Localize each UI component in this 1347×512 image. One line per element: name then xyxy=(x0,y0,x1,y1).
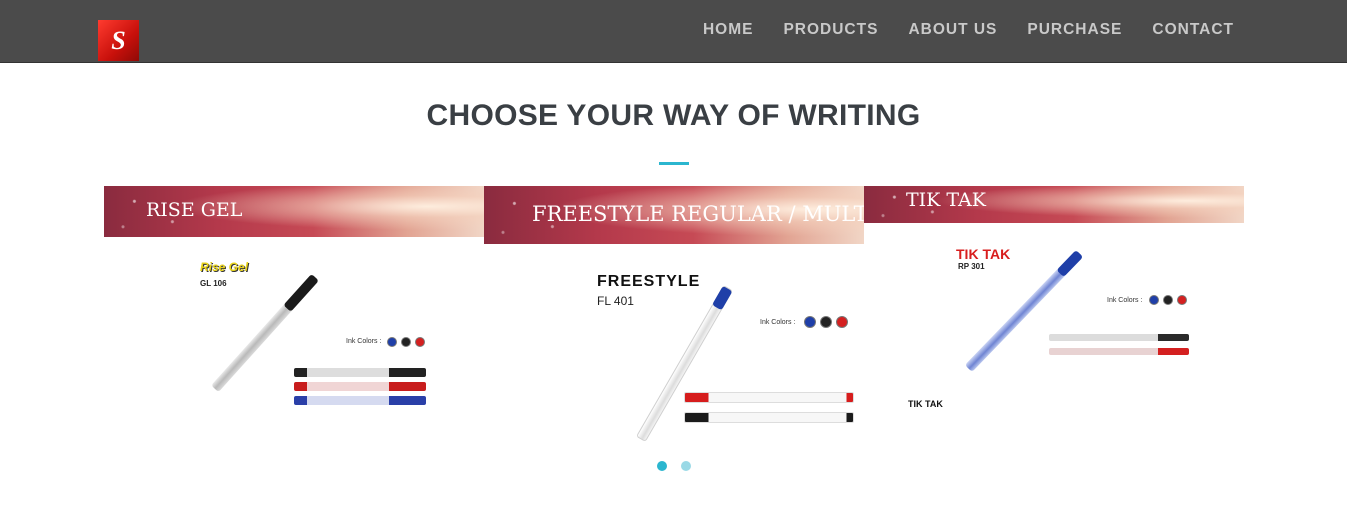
product-code: FL 401 xyxy=(597,294,634,308)
nav-home[interactable]: HOME xyxy=(703,21,754,39)
nav-about-us[interactable]: ABOUT US xyxy=(908,21,997,39)
site-header: S HOME PRODUCTS ABOUT US PURCHASE CONTAC… xyxy=(0,0,1347,63)
carousel-dot-2[interactable] xyxy=(681,461,691,471)
ink-dot-black xyxy=(401,337,411,347)
product-caption: TIK TAK xyxy=(908,399,943,409)
product-image: Rise Gel GL 106 Ink Colors : xyxy=(104,237,484,446)
product-brand: FREESTYLE xyxy=(597,273,701,290)
nav-contact[interactable]: CONTACT xyxy=(1152,21,1234,39)
ink-dot-red xyxy=(836,316,848,328)
ink-colors-label: Ink Colors : xyxy=(346,338,382,345)
product-brand: TIK TAK xyxy=(956,246,1011,262)
carousel-dot-1[interactable] xyxy=(657,461,667,471)
ink-dot-black xyxy=(1163,295,1173,305)
nav-purchase[interactable]: PURCHASE xyxy=(1027,21,1122,39)
logo-letter: S xyxy=(111,25,126,55)
card-title: TIK TAK xyxy=(906,189,986,211)
ink-dot-red xyxy=(1177,295,1187,305)
ink-colors-label: Ink Colors : xyxy=(760,319,796,326)
card-banner: TIK TAK xyxy=(864,186,1244,223)
pen-blue xyxy=(294,396,426,405)
card-banner: RISE GEL xyxy=(104,186,484,237)
ink-dot-blue xyxy=(804,316,816,328)
card-title: RISE GEL xyxy=(146,199,243,221)
product-brand: Rise Gel xyxy=(200,260,249,274)
product-card-rise-gel[interactable]: RISE GEL Rise Gel GL 106 Ink Colors : xyxy=(104,186,484,446)
ink-dot-red xyxy=(415,337,425,347)
card-title: FREESTYLE REGULAR / MULTI xyxy=(532,202,864,226)
product-image: FREESTYLE FL 401 Ink Colors : xyxy=(484,244,864,446)
section-title: CHOOSE YOUR WAY OF WRITING xyxy=(426,99,921,132)
pen-red xyxy=(1049,348,1189,355)
pen-black xyxy=(294,368,426,377)
main-nav: HOME PRODUCTS ABOUT US PURCHASE CONTACT xyxy=(673,21,1234,39)
site-logo[interactable]: S xyxy=(98,20,139,61)
product-code: RP 301 xyxy=(958,262,985,271)
title-divider xyxy=(659,162,689,165)
product-image: TIK TAK RP 301 Ink Colors : TIK TAK xyxy=(864,223,1244,446)
product-card-tik-tak[interactable]: TIK TAK TIK TAK RP 301 Ink Colors : TIK … xyxy=(864,186,1244,446)
card-banner: FREESTYLE REGULAR / MULTI xyxy=(484,186,864,244)
product-code: GL 106 xyxy=(200,279,227,288)
ink-colors-label: Ink Colors : xyxy=(1107,297,1143,304)
product-card-freestyle[interactable]: FREESTYLE REGULAR / MULTI FREESTYLE FL 4… xyxy=(484,186,864,446)
pen-red xyxy=(684,392,854,403)
ink-dot-blue xyxy=(1149,295,1159,305)
pen-black xyxy=(1049,334,1189,341)
pen-red xyxy=(294,382,426,391)
nav-products[interactable]: PRODUCTS xyxy=(783,21,878,39)
ink-dot-blue xyxy=(387,337,397,347)
pen-black xyxy=(684,412,854,423)
ink-dot-black xyxy=(820,316,832,328)
